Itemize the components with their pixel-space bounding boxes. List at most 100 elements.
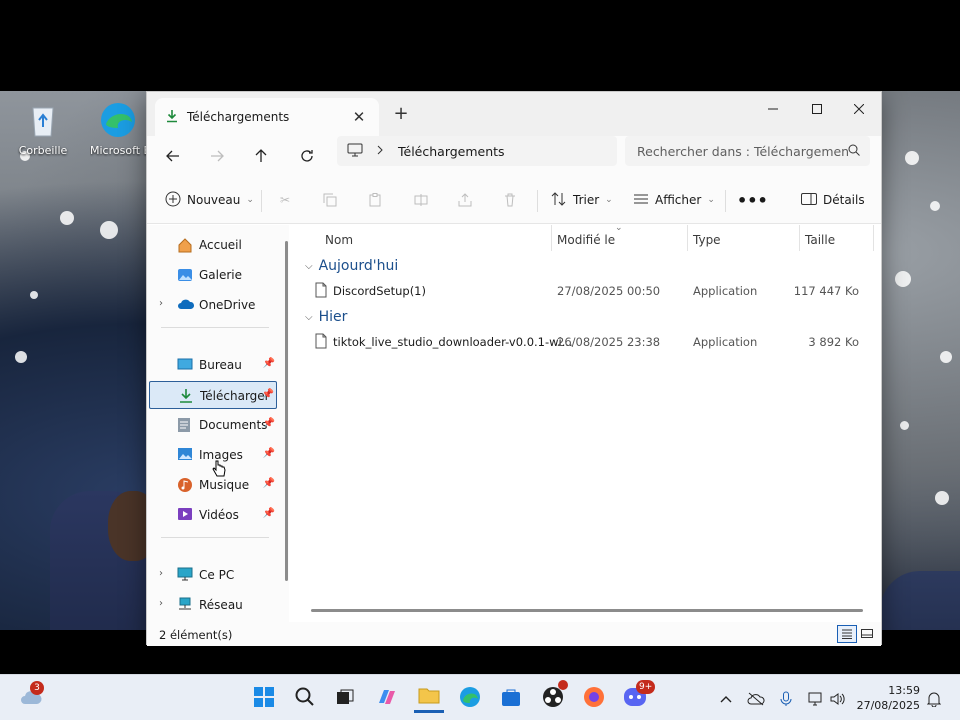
group-header-today[interactable]: ⌵ Aujourd'hui [305, 258, 398, 274]
onedrive-icon [177, 297, 195, 313]
horizontal-scrollbar[interactable] [311, 609, 863, 612]
path-input[interactable]: Téléchargements [337, 136, 617, 166]
tab-downloads[interactable]: Téléchargements ✕ [155, 98, 379, 136]
wallpaper-dot [930, 201, 940, 211]
sidebar-item-documents[interactable]: Documents 📌 [149, 411, 277, 439]
sidebar-item-desktop[interactable]: Bureau 📌 [149, 351, 277, 379]
delete-icon[interactable] [500, 190, 520, 210]
more-options-icon[interactable]: ••• [737, 188, 768, 212]
maximize-button[interactable] [795, 96, 839, 122]
copy-icon[interactable] [320, 190, 340, 210]
path-segment[interactable]: Téléchargements [398, 144, 505, 159]
store-icon [501, 687, 521, 710]
file-name: tiktok_live_studio_downloader-v0.0.1-wi.… [333, 335, 573, 349]
sidebar-divider [161, 327, 269, 328]
sidebar-item-network[interactable]: › Réseau [149, 591, 277, 619]
close-window-button[interactable] [837, 96, 881, 122]
sort-button[interactable]: Trier ⌄ [551, 188, 613, 212]
task-view-button[interactable] [330, 683, 360, 713]
new-button[interactable]: Nouveau ⌄ [165, 188, 254, 212]
store-taskbar[interactable] [496, 683, 526, 713]
group-header-yesterday[interactable]: ⌵ Hier [305, 309, 347, 325]
new-tab-button[interactable]: + [391, 104, 411, 124]
sidebar-item-label: Musique [199, 478, 250, 492]
column-header-name[interactable]: Nom [325, 233, 353, 247]
column-divider[interactable] [687, 225, 688, 251]
cloud-offline-icon[interactable] [746, 689, 766, 709]
command-bar: Nouveau ⌄ ✂ Trier ⌄ Afficher ⌄ ••• Détai… [147, 176, 881, 224]
chevron-right-icon[interactable]: › [159, 598, 163, 609]
copilot-button[interactable] [372, 683, 402, 713]
sidebar-item-videos[interactable]: Vidéos 📌 [149, 501, 277, 529]
paste-icon[interactable] [365, 190, 385, 210]
sidebar-item-home[interactable]: Accueil [149, 231, 277, 259]
folder-icon [418, 686, 440, 707]
microphone-icon[interactable] [776, 689, 796, 709]
discord-taskbar[interactable]: 9+ [620, 680, 656, 713]
weather-widget[interactable]: 3 [16, 681, 46, 713]
file-explorer-taskbar[interactable] [414, 683, 444, 713]
firefox-icon [583, 686, 605, 711]
file-type: Application [693, 284, 758, 298]
sidebar-scrollbar[interactable] [285, 241, 288, 581]
share-icon[interactable] [455, 190, 475, 210]
wallpaper-dot [935, 491, 949, 505]
details-view-button[interactable] [837, 625, 857, 643]
wallpaper-dot [30, 291, 38, 299]
sidebar-item-gallery[interactable]: Galerie [149, 261, 277, 289]
network-status-icon[interactable] [806, 689, 826, 709]
search-input[interactable]: Rechercher dans : Téléchargemen [625, 136, 870, 166]
close-tab-icon[interactable]: ✕ [349, 107, 369, 127]
chevron-down-icon[interactable]: ⌵ [305, 312, 313, 323]
volume-icon[interactable] [828, 689, 848, 709]
chevron-down-icon[interactable]: ⌵ [305, 261, 313, 272]
minimize-button[interactable] [751, 96, 795, 122]
sidebar-item-downloads[interactable]: Téléchargem 📌 [149, 381, 277, 409]
column-divider[interactable] [873, 225, 874, 251]
obs-taskbar[interactable] [538, 680, 568, 713]
wallpaper-dot [940, 351, 952, 363]
chevron-right-icon[interactable]: › [159, 568, 163, 579]
taskbar-clock[interactable]: 13:59 27/08/2025 [857, 683, 920, 713]
taskbar-search[interactable] [290, 683, 320, 713]
wallpaper-dot [905, 151, 919, 165]
back-button[interactable] [159, 144, 187, 168]
sidebar-item-this-pc[interactable]: › Ce PC [149, 561, 277, 589]
column-divider[interactable] [799, 225, 800, 251]
download-icon [178, 388, 196, 404]
chevron-right-icon[interactable]: › [159, 298, 163, 309]
show-hidden-icons-chevron-up-icon[interactable] [716, 689, 736, 709]
column-header-size[interactable]: Taille [805, 233, 835, 247]
column-divider[interactable] [551, 225, 552, 251]
copilot-icon [376, 687, 398, 710]
file-row[interactable]: tiktok_live_studio_downloader-v0.0.1-wi.… [293, 329, 873, 355]
file-row[interactable]: DiscordSetup(1) 27/08/2025 00:50 Applica… [293, 278, 873, 304]
column-header-modified[interactable]: Modifié le [557, 233, 615, 247]
wallpaper-figure-right [880, 571, 960, 630]
column-header-type[interactable]: Type [693, 233, 721, 247]
firefox-taskbar[interactable] [579, 683, 609, 713]
forward-button[interactable] [203, 144, 231, 168]
desktop-icon-edge[interactable]: Microsoft E [90, 100, 146, 157]
sidebar-item-onedrive[interactable]: › OneDrive [149, 291, 277, 319]
edge-icon [98, 100, 138, 140]
application-file-icon [315, 282, 327, 301]
view-button[interactable]: Afficher ⌄ [633, 188, 715, 212]
desktop-icon-recycle-bin[interactable]: Corbeille [8, 100, 78, 157]
edge-taskbar[interactable] [455, 683, 485, 713]
desktop-icon-label: Corbeille [18, 144, 68, 157]
chevron-down-icon: ⌄ [707, 195, 715, 205]
sort-descending-icon: ⌄ [615, 223, 623, 233]
clock-date: 27/08/2025 [856, 699, 920, 712]
details-button[interactable]: Détails [801, 188, 865, 212]
rename-icon[interactable] [411, 190, 431, 210]
address-bar: Téléchargements Rechercher dans : Téléch… [147, 136, 881, 176]
desktop-folder-icon [177, 357, 195, 373]
cut-icon[interactable]: ✂ [275, 190, 295, 210]
notification-bell-icon[interactable] [924, 689, 944, 709]
refresh-button[interactable] [293, 144, 321, 168]
pin-icon: 📌 [262, 448, 275, 459]
tiles-view-button[interactable] [857, 625, 877, 643]
up-button[interactable] [247, 144, 275, 168]
start-button[interactable] [249, 683, 279, 713]
